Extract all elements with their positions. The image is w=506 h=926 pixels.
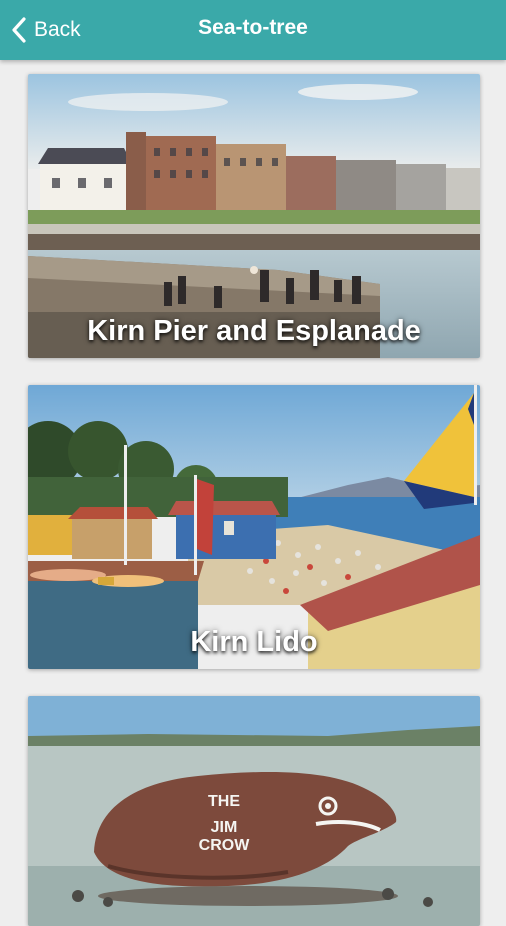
card-title: Kirn Lido bbox=[190, 626, 318, 658]
card-jim-crow[interactable]: THE JIM CROW bbox=[28, 696, 480, 926]
rock-text-crow: CROW bbox=[199, 837, 251, 854]
rock-text-jim: JIM bbox=[211, 819, 238, 836]
rock-text-the: THE bbox=[208, 793, 240, 810]
page-title: Sea-to-tree bbox=[198, 16, 308, 39]
card-kirn-pier[interactable]: Kirn Pier and Esplanade bbox=[28, 74, 480, 358]
card-kirn-lido[interactable]: Kirn Lido bbox=[28, 385, 480, 669]
jim-crow-image: THE JIM CROW bbox=[28, 696, 480, 926]
card-title: Kirn Pier and Esplanade bbox=[87, 315, 421, 347]
top-app-bar: Back Sea-to-tree bbox=[0, 0, 506, 60]
